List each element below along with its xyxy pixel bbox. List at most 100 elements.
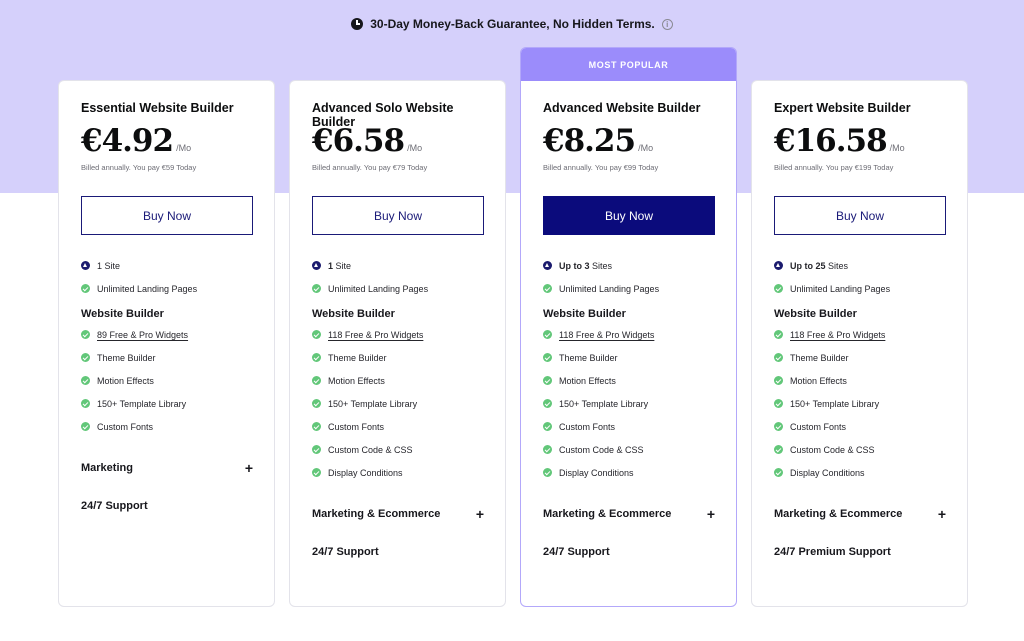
check-icon: [774, 399, 783, 408]
marketing-ecommerce-accordion[interactable]: Marketing & Ecommerce +: [312, 506, 484, 522]
plan-price: €6.58: [312, 123, 405, 159]
feature-landing-pages: Unlimited Landing Pages: [774, 277, 945, 300]
check-icon: [81, 376, 90, 385]
feature-item: 150+ Template Library: [774, 392, 945, 415]
buy-now-button[interactable]: Buy Now: [312, 196, 484, 235]
marketing-accordion[interactable]: Marketing +: [81, 460, 253, 476]
check-icon: [543, 445, 552, 454]
check-icon: [312, 353, 321, 362]
plan-card-essential: Essential Website Builder €4.92 /Mo Bill…: [58, 80, 275, 607]
marketing-ecommerce-accordion[interactable]: Marketing & Ecommerce +: [543, 506, 715, 522]
check-icon: [312, 422, 321, 431]
feature-sites: 1 Site: [312, 254, 483, 277]
feature-item: Theme Builder: [543, 346, 714, 369]
feature-list: Up to 25 Sites Unlimited Landing Pages W…: [774, 254, 945, 484]
check-icon: [774, 422, 783, 431]
feature-list: Up to 3 Sites Unlimited Landing Pages We…: [543, 254, 714, 484]
plus-icon[interactable]: +: [476, 506, 484, 522]
marketing-ecommerce-accordion[interactable]: Marketing & Ecommerce +: [774, 506, 946, 522]
feature-sites: Up to 3 Sites: [543, 254, 714, 277]
feature-item: Motion Effects: [81, 369, 252, 392]
accordion-label: Marketing: [81, 462, 133, 474]
buy-now-button[interactable]: Buy Now: [81, 196, 253, 235]
check-icon: [81, 422, 90, 431]
feature-item: Display Conditions: [543, 461, 714, 484]
support-label: 24/7 Premium Support: [774, 546, 891, 558]
check-icon: [543, 330, 552, 339]
plan-price: €8.25: [543, 123, 636, 159]
feature-sites: 1 Site: [81, 254, 252, 277]
feature-item: 150+ Template Library: [81, 392, 252, 415]
upgrade-icon: [543, 261, 552, 270]
feature-widgets[interactable]: 118 Free & Pro Widgets: [774, 323, 945, 346]
feature-item: Display Conditions: [774, 461, 945, 484]
check-icon: [81, 284, 90, 293]
accordion-label: Marketing & Ecommerce: [543, 508, 672, 520]
guarantee-banner: 30-Day Money-Back Guarantee, No Hidden T…: [0, 17, 1024, 31]
check-icon: [81, 353, 90, 362]
plan-card-advanced-solo: Advanced Solo Website Builder €6.58 /Mo …: [289, 80, 506, 607]
info-icon[interactable]: i: [661, 18, 673, 30]
feature-item: Custom Code & CSS: [774, 438, 945, 461]
check-icon: [312, 330, 321, 339]
feature-item: Custom Code & CSS: [312, 438, 483, 461]
plan-name: Expert Website Builder: [774, 101, 911, 115]
feature-landing-pages: Unlimited Landing Pages: [543, 277, 714, 300]
feature-item: Theme Builder: [312, 346, 483, 369]
buy-now-button[interactable]: Buy Now: [774, 196, 946, 235]
feature-item: Display Conditions: [312, 461, 483, 484]
check-icon: [774, 284, 783, 293]
billing-note: Billed annually. You pay €99 Today: [543, 163, 659, 172]
billing-note: Billed annually. You pay €199 Today: [774, 163, 894, 172]
accordion-label: Marketing & Ecommerce: [312, 508, 441, 520]
plan-name: Advanced Website Builder: [543, 101, 701, 115]
plus-icon[interactable]: +: [245, 460, 253, 476]
feature-widgets[interactable]: 118 Free & Pro Widgets: [312, 323, 483, 346]
check-icon: [774, 330, 783, 339]
billing-note: Billed annually. You pay €79 Today: [312, 163, 428, 172]
feature-item: 150+ Template Library: [312, 392, 483, 415]
check-icon: [543, 376, 552, 385]
feature-item: 150+ Template Library: [543, 392, 714, 415]
plan-name: Advanced Solo Website Builder: [312, 101, 454, 129]
price-period: /Mo: [889, 143, 905, 153]
buy-now-button[interactable]: Buy Now: [543, 196, 715, 235]
plan-price: €16.58: [774, 123, 888, 159]
price-period: /Mo: [638, 143, 654, 153]
price-period: /Mo: [176, 143, 192, 153]
feature-item: Motion Effects: [543, 369, 714, 392]
accordion-label: Marketing & Ecommerce: [774, 508, 903, 520]
feature-list: 1 Site Unlimited Landing Pages Website B…: [312, 254, 483, 484]
check-icon: [774, 468, 783, 477]
check-icon: [312, 376, 321, 385]
check-icon: [543, 468, 552, 477]
check-icon: [81, 399, 90, 408]
feature-item: Custom Fonts: [774, 415, 945, 438]
most-popular-badge: MOST POPULAR: [521, 48, 736, 81]
feature-item: Custom Fonts: [81, 415, 252, 438]
support-label: 24/7 Support: [81, 500, 148, 512]
feature-item: Motion Effects: [774, 369, 945, 392]
check-icon: [312, 284, 321, 293]
section-website-builder: Website Builder: [543, 308, 626, 320]
feature-widgets[interactable]: 89 Free & Pro Widgets: [81, 323, 252, 346]
check-icon: [543, 399, 552, 408]
plan-card-advanced: MOST POPULAR Advanced Website Builder €8…: [520, 47, 737, 607]
check-icon: [543, 422, 552, 431]
plus-icon[interactable]: +: [938, 506, 946, 522]
check-icon: [312, 399, 321, 408]
check-icon: [81, 330, 90, 339]
section-website-builder: Website Builder: [312, 308, 395, 320]
feature-widgets[interactable]: 118 Free & Pro Widgets: [543, 323, 714, 346]
check-icon: [312, 445, 321, 454]
plus-icon[interactable]: +: [707, 506, 715, 522]
feature-item: Custom Fonts: [312, 415, 483, 438]
plan-price: €4.92: [81, 123, 174, 159]
upgrade-icon: [312, 261, 321, 270]
feature-item: Custom Code & CSS: [543, 438, 714, 461]
support-label: 24/7 Support: [312, 546, 379, 558]
section-website-builder: Website Builder: [81, 308, 164, 320]
support-label: 24/7 Support: [543, 546, 610, 558]
guarantee-text: 30-Day Money-Back Guarantee, No Hidden T…: [370, 17, 655, 31]
billing-note: Billed annually. You pay €59 Today: [81, 163, 197, 172]
